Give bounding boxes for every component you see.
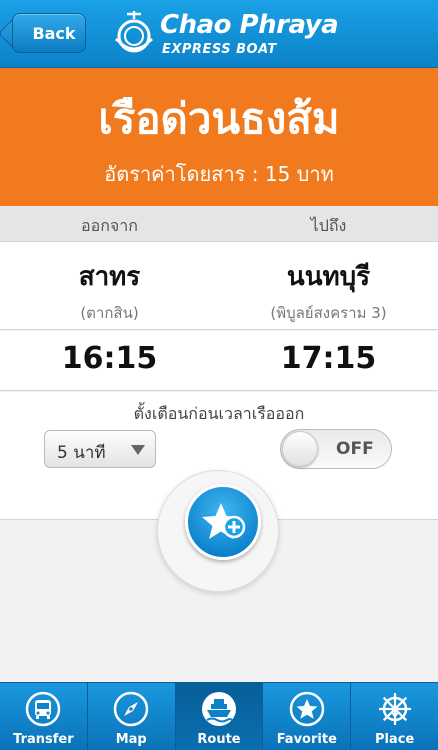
arrive-time: 17:15 xyxy=(280,341,377,376)
tab-favorite[interactable]: Favorite xyxy=(263,683,352,750)
ship-wheel-icon xyxy=(378,693,411,725)
back-button-wrap: Back xyxy=(12,13,86,53)
tab-label: Map xyxy=(115,732,147,747)
back-button-label: Back xyxy=(32,23,76,43)
alarm-label: ตั้งเตือนก่อนเวลาเรือออก xyxy=(133,404,305,423)
add-favorite-button[interactable] xyxy=(185,484,261,560)
from-label: ออกจาก xyxy=(81,216,138,235)
chevron-down-icon xyxy=(131,445,145,455)
brand-subtitle: EXPRESS BOAT xyxy=(162,42,277,57)
tab-label: Route xyxy=(197,732,241,747)
compass-icon xyxy=(113,691,149,727)
back-button[interactable]: Back xyxy=(12,13,86,53)
alarm-toggle[interactable]: OFF xyxy=(280,429,392,469)
tab-label: Transfer xyxy=(13,732,74,747)
star-plus-icon xyxy=(202,503,246,539)
nav-bar: Back Chao Phraya EXPRESS BOAT xyxy=(0,0,438,68)
from-station: สาทร (ตากสิน) xyxy=(0,256,219,325)
boat-icon xyxy=(201,692,236,726)
to-station-name: นนทบุรี xyxy=(286,262,371,292)
to-station: นนทบุรี (พิบูลย์สงคราม 3) xyxy=(219,256,438,325)
from-station-name: สาทร xyxy=(78,262,141,292)
to-station-sub: (พิบูลย์สงคราม 3) xyxy=(270,304,387,322)
brand-title: Chao Phraya xyxy=(160,10,339,40)
minutes-select-value: 5 นาที xyxy=(57,443,106,463)
toggle-knob xyxy=(282,431,318,467)
to-label: ไปถึง xyxy=(310,216,347,235)
bus-icon xyxy=(26,691,61,727)
star-icon xyxy=(289,691,325,727)
tab-label: Favorite xyxy=(276,732,337,747)
stations-row: สาทร (ตากสิน) นนทบุรี (พิบูลย์สงคราม 3) xyxy=(0,242,438,330)
depart-time: 16:15 xyxy=(61,341,158,376)
tab-route[interactable]: Route xyxy=(175,683,264,750)
tab-map[interactable]: Map xyxy=(88,683,176,750)
tab-place[interactable]: Place xyxy=(351,683,438,750)
route-banner: เรือด่วนธงส้ม อัตราค่าโดยสาร : 15 บาท xyxy=(0,68,438,206)
tab-transfer[interactable]: Transfer xyxy=(0,683,88,750)
logo-icon xyxy=(115,11,153,53)
from-station-sub: (ตากสิน) xyxy=(80,304,139,322)
fare-text: อัตราค่าโดยสาร : 15 บาท xyxy=(104,162,334,186)
minutes-select[interactable]: 5 นาที xyxy=(44,430,156,468)
toggle-label: OFF xyxy=(336,439,374,459)
times-row: 16:15 17:15 xyxy=(0,331,438,391)
boat-line-title: เรือด่วนธงส้ม xyxy=(98,94,340,143)
tab-bar: Transfer Map Route Favorite Place xyxy=(0,682,438,750)
tab-label: Place xyxy=(374,732,415,747)
direction-header: ออกจาก ไปถึง xyxy=(0,206,438,242)
